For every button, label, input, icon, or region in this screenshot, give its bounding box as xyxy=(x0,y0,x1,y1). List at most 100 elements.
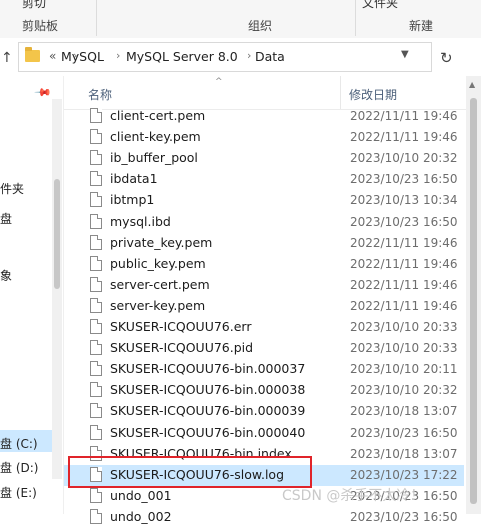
file-row[interactable]: client-cert.pem 2022/11/11 19:46 xyxy=(64,106,464,127)
file-icon xyxy=(90,214,102,229)
file-icon xyxy=(90,298,102,313)
file-row[interactable]: ib_buffer_pool 2023/10/10 20:32 xyxy=(64,148,464,169)
refresh-icon[interactable]: ↻ xyxy=(440,49,453,67)
ribbon-divider xyxy=(355,0,356,36)
file-icon xyxy=(90,108,102,123)
file-row[interactable]: public_key.pem 2022/11/11 19:46 xyxy=(64,254,464,275)
file-row[interactable]: SKUSER-ICQOUU76-bin.000040 2023/10/23 16:… xyxy=(64,423,464,444)
file-row[interactable]: undo_002 2023/10/23 16:50 xyxy=(64,507,464,528)
file-modified-date: 2023/10/10 20:32 xyxy=(350,383,458,397)
breadcrumb-mysql[interactable]: MySQL xyxy=(61,49,104,64)
file-name: undo_002 xyxy=(110,509,172,524)
file-modified-date: 2023/10/23 16:50 xyxy=(350,215,458,229)
highlight-annotation-box xyxy=(68,456,312,488)
file-modified-date: 2023/10/10 20:32 xyxy=(350,151,458,165)
nav-item-drive-e[interactable]: 盘 (E:) xyxy=(0,484,37,501)
file-list-scrollbar[interactable]: ▲ xyxy=(466,76,481,514)
file-row[interactable]: ibtmp1 2023/10/13 10:34 xyxy=(64,190,464,211)
file-name: undo_001 xyxy=(110,488,172,503)
cut-label[interactable]: 剪切 xyxy=(22,0,46,11)
nav-item-drive[interactable]: 盘 xyxy=(0,210,12,227)
chevron-right-icon[interactable]: › xyxy=(116,49,120,62)
file-icon xyxy=(90,192,102,207)
file-modified-date: 2022/11/11 19:46 xyxy=(350,257,458,271)
chevron-right-icon[interactable]: › xyxy=(247,49,251,62)
file-modified-date: 2022/11/11 19:46 xyxy=(350,278,458,292)
ribbon-group-clipboard: 剪贴板 xyxy=(22,19,59,33)
file-row[interactable]: client-key.pem 2022/11/11 19:46 xyxy=(64,127,464,148)
sort-caret-icon: ^ xyxy=(215,77,223,87)
address-bar[interactable]: « › MySQL › MySQL Server 8.0 › Data ▼ xyxy=(18,42,432,72)
column-header-name[interactable]: 名称 xyxy=(88,86,112,103)
up-arrow-icon[interactable]: ↑ xyxy=(1,50,13,66)
ribbon-group-organize: 组织 xyxy=(248,19,273,33)
file-name: client-key.pem xyxy=(110,129,201,144)
file-modified-date: 2023/10/23 17:22 xyxy=(350,468,458,482)
nav-scrollbar[interactable] xyxy=(52,99,62,479)
file-name: SKUSER-ICQOUU76-bin.000037 xyxy=(110,361,306,376)
new-folder-label[interactable]: 文件夹 xyxy=(362,0,398,11)
file-icon xyxy=(90,150,102,165)
file-modified-date: 2022/11/11 19:46 xyxy=(350,236,458,250)
file-list: ^ 名称 修改日期 client-cert.pem 2022/11/11 19:4… xyxy=(64,76,481,524)
column-header-modified[interactable]: 修改日期 xyxy=(349,86,397,103)
file-name: ib_buffer_pool xyxy=(110,150,198,165)
nav-item-objects[interactable]: 象 xyxy=(0,267,12,284)
file-modified-date: 2023/10/10 20:11 xyxy=(350,362,458,376)
file-name: client-cert.pem xyxy=(110,108,206,123)
file-row[interactable]: private_key.pem 2022/11/11 19:46 xyxy=(64,233,464,254)
breadcrumb-mysql-server[interactable]: MySQL Server 8.0 xyxy=(126,49,238,64)
file-name: public_key.pem xyxy=(110,256,206,271)
file-modified-date: 2022/11/11 19:46 xyxy=(350,109,458,123)
file-icon xyxy=(90,382,102,397)
file-name: mysql.ibd xyxy=(110,214,171,229)
ribbon-divider xyxy=(96,0,97,36)
file-icon xyxy=(90,171,102,186)
file-modified-date: 2023/10/23 16:50 xyxy=(350,426,458,440)
file-row[interactable]: server-cert.pem 2022/11/11 19:46 xyxy=(64,275,464,296)
navigation-pane: 📌 件夹 盘 象 盘 (C:) 盘 (D:) 盘 (E:) xyxy=(0,76,64,514)
file-modified-date: 2023/10/18 13:07 xyxy=(350,404,458,418)
ribbon-group-new: 新建 xyxy=(409,19,434,33)
file-name: SKUSER-ICQOUU76.err xyxy=(110,319,252,334)
file-name: SKUSER-ICQOUU76-bin.000038 xyxy=(110,382,306,397)
file-row[interactable]: SKUSER-ICQOUU76-bin.000037 2023/10/10 20:… xyxy=(64,359,464,380)
file-row[interactable]: server-key.pem 2022/11/11 19:46 xyxy=(64,296,464,317)
file-modified-date: 2022/11/11 19:46 xyxy=(350,299,458,313)
scroll-up-icon[interactable]: ▲ xyxy=(469,80,475,89)
file-modified-date: 2023/10/10 20:33 xyxy=(350,341,458,355)
chevron-down-icon[interactable]: ▼ xyxy=(401,49,409,60)
file-name: ibtmp1 xyxy=(110,192,155,207)
column-divider[interactable] xyxy=(340,76,341,109)
file-modified-date: 2023/10/13 10:34 xyxy=(350,193,458,207)
file-row[interactable]: SKUSER-ICQOUU76-bin.000039 2023/10/18 13:… xyxy=(64,401,464,422)
file-icon xyxy=(90,129,102,144)
file-name: SKUSER-ICQOUU76-bin.000039 xyxy=(110,403,306,418)
file-modified-date: 2023/10/10 20:33 xyxy=(350,320,458,334)
file-row[interactable]: SKUSER-ICQOUU76-bin.000038 2023/10/10 20:… xyxy=(64,380,464,401)
file-icon xyxy=(90,509,102,524)
file-row[interactable]: ibdata1 2023/10/23 16:50 xyxy=(64,169,464,190)
nav-item-folder[interactable]: 件夹 xyxy=(0,180,24,197)
file-name: SKUSER-ICQOUU76.pid xyxy=(110,340,254,355)
file-modified-date: 2023/10/18 13:07 xyxy=(350,447,458,461)
file-name: server-cert.pem xyxy=(110,277,210,292)
file-icon xyxy=(90,235,102,250)
scrollbar-thumb[interactable] xyxy=(470,98,477,504)
nav-item-drive-c[interactable]: 盘 (C:) xyxy=(0,435,38,452)
file-icon xyxy=(90,425,102,440)
file-icon xyxy=(90,256,102,271)
breadcrumb-data[interactable]: Data xyxy=(255,49,285,64)
file-row[interactable]: mysql.ibd 2023/10/23 16:50 xyxy=(64,212,464,233)
file-modified-date: 2023/10/23 16:50 xyxy=(350,172,458,186)
nav-scrollbar-thumb[interactable] xyxy=(54,179,60,289)
folder-icon xyxy=(25,47,40,62)
file-name: server-key.pem xyxy=(110,298,206,313)
file-icon xyxy=(90,488,102,503)
file-name: ibdata1 xyxy=(110,171,158,186)
pin-icon[interactable]: 📌 xyxy=(33,83,52,102)
file-row[interactable]: SKUSER-ICQOUU76.err 2023/10/10 20:33 xyxy=(64,317,464,338)
nav-item-drive-d[interactable]: 盘 (D:) xyxy=(0,459,38,476)
file-row[interactable]: SKUSER-ICQOUU76.pid 2023/10/10 20:33 xyxy=(64,338,464,359)
overflow-crumbs-icon[interactable]: « xyxy=(49,49,56,63)
